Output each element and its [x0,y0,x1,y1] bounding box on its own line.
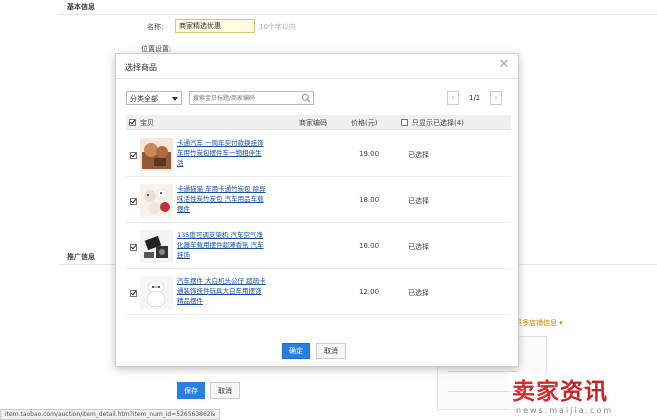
divider [58,14,657,15]
product-price: 18.00 [359,196,380,204]
section-title-basic-info: 基本信息 [67,3,95,11]
selection-status: 已选择 [408,289,429,297]
product-price: 16.00 [359,242,380,250]
section-title-promo-info: 推广信息 [67,253,95,261]
header-code: 商家编码 [299,119,327,127]
header-item: 宝贝 [140,119,154,127]
product-thumbnail[interactable] [140,276,173,309]
only-selected-checkbox[interactable] [401,119,408,126]
search-input[interactable] [190,92,298,104]
selection-status: 已选择 [408,243,429,251]
category-select-value: 分类全部 [130,95,158,103]
product-price: 19.00 [359,150,380,158]
page-indicator: 1/1 [469,94,481,102]
product-title-link[interactable]: 135度可调支架机 汽车空气净化器车载用摆件超薄香氛 汽车挂饰 [177,230,267,260]
dialog-header: 选择商品 ✕ [116,54,518,79]
next-page-button[interactable]: › [490,91,502,105]
table-row: 卡通猫猫 车用卡通竹炭包 除异味活性炭竹炭包 汽车用品车载摆件 18.00 已选… [126,178,511,223]
product-thumbnail[interactable] [140,230,173,263]
header-price: 价格(元) [351,119,378,127]
close-icon[interactable]: ✕ [497,58,511,72]
product-price: 12.00 [359,288,380,296]
row-checkbox[interactable] [130,198,137,205]
row-checkbox[interactable] [130,152,137,159]
name-input[interactable] [175,19,255,33]
table-header: 宝贝 商家编码 价格(元) 只显示已选择(4) [126,115,511,130]
prev-page-button[interactable]: ‹ [447,91,459,105]
product-title-link[interactable]: 汽车摆件 大白机头公仔 超萌卡通装饰挂件玩具大白车用摆饰精品摆件 [177,276,267,306]
search-box [189,91,314,105]
selection-status: 已选择 [408,151,429,159]
watermark-url: news.maijia.com [516,406,614,415]
table-row: 卡通汽车 一周年实付款换挂饰 车用竹炭包摆件车一物相伴生活 19.00 已选择 [126,132,511,177]
search-icon[interactable] [301,93,311,103]
select-all-checkbox[interactable] [129,119,136,126]
product-title-link[interactable]: 卡通猫猫 车用卡通竹炭包 除异味活性炭竹炭包 汽车用品车载摆件 [177,184,267,214]
select-product-dialog: 选择商品 ✕ 分类全部 ‹ 1/1 › 宝贝 商家编码 价格(元) 只显示已选择… [115,53,519,367]
dialog-cancel-button[interactable]: 取消 [316,343,346,359]
save-button[interactable]: 保存 [177,382,205,399]
cancel-button[interactable]: 取消 [210,382,240,399]
row-checkbox[interactable] [130,244,137,251]
table-row: 汽车摆件 大白机头公仔 超萌卡通装饰挂件玩具大白车用摆饰精品摆件 12.00 已… [126,270,511,315]
header-only-selected: 只显示已选择(4) [412,119,464,127]
product-thumbnail[interactable] [140,184,173,217]
name-hint: 10个字以内 [259,23,296,31]
selection-status: 已选择 [408,197,429,205]
more-info-link[interactable]: 更多店铺信息 ▾ [515,318,563,328]
chevron-down-icon [172,97,178,101]
dialog-title: 选择商品 [125,63,157,72]
watermark-text: 卖家资讯 [512,379,608,405]
product-title-link[interactable]: 卡通汽车 一周年实付款换挂饰 车用竹炭包摆件车一物相伴生活 [177,138,267,168]
name-label: 名称: [147,23,164,31]
product-thumbnail[interactable] [140,138,173,171]
status-bar-url: item.taobao.com/auction/item_detail.htm?… [0,409,221,420]
table-row: 135度可调支架机 汽车空气净化器车载用摆件超薄香氛 汽车挂饰 16.00 已选… [126,224,511,269]
row-checkbox[interactable] [130,290,137,297]
category-select[interactable]: 分类全部 [126,91,182,105]
watermark-logo: 卖家资讯 news.maijia.com [508,372,657,420]
confirm-button[interactable]: 确定 [282,343,310,359]
